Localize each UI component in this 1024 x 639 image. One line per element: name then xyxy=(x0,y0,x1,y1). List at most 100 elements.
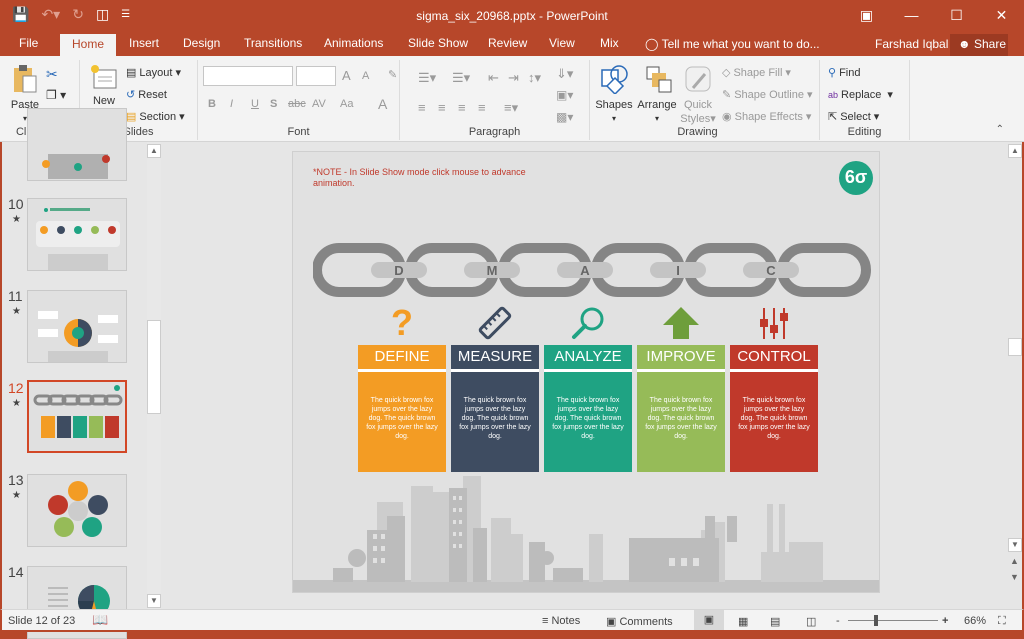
dmaic-column-define[interactable]: DEFINE The quick brown fox jumps over th… xyxy=(358,345,446,472)
increase-indent-icon[interactable]: ⇥ xyxy=(508,70,519,86)
slide-show-button[interactable]: ◫ xyxy=(806,615,816,628)
tab-transitions[interactable]: Transitions xyxy=(244,36,302,50)
shapes-button[interactable]: Shapes ▾ xyxy=(594,64,634,126)
slide-thumbnail[interactable] xyxy=(27,198,127,271)
find-button[interactable]: ⚲ Find xyxy=(828,66,860,80)
minimize-button[interactable]: — xyxy=(889,0,934,30)
tab-home[interactable]: Home xyxy=(60,34,117,56)
arrange-button[interactable]: Arrange ▾ xyxy=(634,64,680,126)
tell-me-box[interactable]: ◯ Tell me what you want to do... xyxy=(645,37,820,51)
zoom-level[interactable]: 66% xyxy=(964,615,986,627)
change-case-button[interactable]: Aa xyxy=(340,98,353,110)
shadow-button[interactable]: S xyxy=(270,98,277,110)
spell-check-icon[interactable]: 📖 xyxy=(92,612,108,628)
scroll-up-button[interactable]: ▲ xyxy=(147,144,161,158)
dmaic-column-analyze[interactable]: ANALYZE The quick brown fox jumps over t… xyxy=(544,345,632,472)
cut-icon[interactable]: ✂ xyxy=(46,66,58,83)
ribbon-display-options-button[interactable]: ▣ xyxy=(844,0,889,30)
slide-thumbnail[interactable] xyxy=(27,290,127,363)
font-name-combo[interactable] xyxy=(203,66,293,86)
chain-graphic[interactable]: DMAIC xyxy=(313,242,873,302)
notes-button[interactable]: ≡ Notes xyxy=(542,615,580,627)
comments-button[interactable]: ▣ Comments xyxy=(606,615,673,628)
sliders-icon[interactable] xyxy=(730,305,818,341)
shape-effects-button[interactable]: ◉ Shape Effects ▾ xyxy=(722,110,811,124)
bold-button[interactable]: B xyxy=(208,98,216,110)
underline-button[interactable]: U xyxy=(251,98,259,110)
six-sigma-logo[interactable]: 6σ xyxy=(839,161,873,195)
quick-styles-button[interactable]: Quick Styles▾ xyxy=(680,64,716,126)
zoom-slider-track[interactable] xyxy=(848,620,938,621)
dmaic-column-measure[interactable]: MEASURE The quick brown fox jumps over t… xyxy=(451,345,539,472)
slide-thumbnail[interactable] xyxy=(27,108,127,181)
slide-thumbnail-selected[interactable] xyxy=(27,380,127,453)
section-button[interactable]: ▤ Section ▾ xyxy=(126,110,185,124)
dmaic-column-improve[interactable]: IMPROVE The quick brown fox jumps over t… xyxy=(637,345,725,472)
zoom-slider-thumb[interactable] xyxy=(874,615,878,626)
font-color-button[interactable]: A xyxy=(378,96,387,112)
clear-formatting-icon[interactable]: ✎ xyxy=(388,68,397,81)
font-size-combo[interactable] xyxy=(296,66,336,86)
align-right-icon[interactable]: ≡ xyxy=(458,100,466,115)
align-left-icon[interactable]: ≡ xyxy=(418,100,426,115)
columns-icon[interactable]: ≡▾ xyxy=(504,100,518,116)
tab-insert[interactable]: Insert xyxy=(129,36,159,50)
close-button[interactable]: ✕ xyxy=(979,0,1024,30)
reset-button[interactable]: ↺ Reset xyxy=(126,88,167,102)
tab-review[interactable]: Review xyxy=(488,36,527,50)
reading-view-button[interactable]: ▤ xyxy=(770,615,780,628)
text-direction-icon[interactable]: ⇓▾ xyxy=(556,66,573,82)
strikethrough-button[interactable]: abc xyxy=(288,98,306,110)
tab-animations[interactable]: Animations xyxy=(324,36,383,50)
justify-icon[interactable]: ≡ xyxy=(478,100,486,115)
line-spacing-icon[interactable]: ↕▾ xyxy=(528,70,541,86)
layout-button[interactable]: ▤ Layout ▾ xyxy=(126,66,181,80)
ruler-icon[interactable] xyxy=(451,305,539,341)
align-center-icon[interactable]: ≡ xyxy=(438,100,446,115)
slide[interactable]: *NOTE - In Slide Show mode click mouse t… xyxy=(292,151,880,593)
scroll-down-button[interactable]: ▼ xyxy=(1008,538,1022,552)
tab-design[interactable]: Design xyxy=(183,36,220,50)
share-button[interactable]: ☻ Share xyxy=(950,34,1008,56)
thumbnail-scrollbar[interactable]: ▲ ▼ xyxy=(147,142,161,609)
decrease-indent-icon[interactable]: ⇤ xyxy=(488,70,499,86)
dmaic-column-control[interactable]: CONTROL The quick brown fox jumps over t… xyxy=(730,345,818,472)
shrink-font-button[interactable]: A xyxy=(362,70,369,82)
align-text-icon[interactable]: ▣▾ xyxy=(556,88,573,102)
character-spacing-button[interactable]: AV xyxy=(312,98,326,110)
collapse-ribbon-icon[interactable]: ⌃ xyxy=(996,124,1004,135)
normal-view-button[interactable]: ▣ xyxy=(694,610,724,630)
scrollbar-thumb[interactable] xyxy=(147,320,161,414)
user-name[interactable]: Farshad Iqbal xyxy=(875,37,948,51)
grow-font-button[interactable]: A xyxy=(342,68,351,83)
fit-to-window-icon[interactable]: ⛶ xyxy=(998,615,1006,628)
slide-scrollbar[interactable]: ▲ ▼ ▲ ▼ xyxy=(1008,142,1024,609)
zoom-in-button[interactable]: + xyxy=(942,615,948,627)
scroll-up-button[interactable]: ▲ xyxy=(1008,144,1022,158)
question-mark-icon[interactable]: ? xyxy=(358,302,446,343)
replace-button[interactable]: ab Replace ▾ xyxy=(828,88,893,102)
maximize-button[interactable]: ☐ xyxy=(934,0,979,30)
next-slide-icon[interactable]: ▼ xyxy=(1010,572,1019,582)
up-arrow-icon[interactable] xyxy=(637,305,725,341)
tab-mix[interactable]: Mix xyxy=(600,36,619,50)
city-skyline-graphic[interactable] xyxy=(293,472,880,592)
shape-fill-button[interactable]: ◇ Shape Fill ▾ xyxy=(722,66,791,80)
slide-sorter-button[interactable]: ▦ xyxy=(738,615,748,628)
select-button[interactable]: ⇱ Select ▾ xyxy=(828,110,879,124)
previous-slide-icon[interactable]: ▲ xyxy=(1010,556,1019,566)
note-text[interactable]: *NOTE - In Slide Show mode click mouse t… xyxy=(313,167,563,189)
magnifier-icon[interactable] xyxy=(544,305,632,341)
italic-button[interactable]: I xyxy=(230,98,233,110)
numbering-icon[interactable]: ☰▾ xyxy=(452,70,470,86)
tab-slide-show[interactable]: Slide Show xyxy=(408,36,468,50)
tab-view[interactable]: View xyxy=(549,36,575,50)
slide-thumbnail[interactable] xyxy=(27,474,127,547)
bullets-icon[interactable]: ☰▾ xyxy=(418,70,436,86)
tab-file[interactable]: File xyxy=(19,36,38,50)
zoom-out-button[interactable]: - xyxy=(836,615,840,627)
scrollbar-thumb[interactable] xyxy=(1008,338,1022,356)
smartart-icon[interactable]: ▩▾ xyxy=(556,110,573,124)
scroll-down-button[interactable]: ▼ xyxy=(147,594,161,608)
copy-icon[interactable]: ❐ ▾ xyxy=(46,88,66,102)
